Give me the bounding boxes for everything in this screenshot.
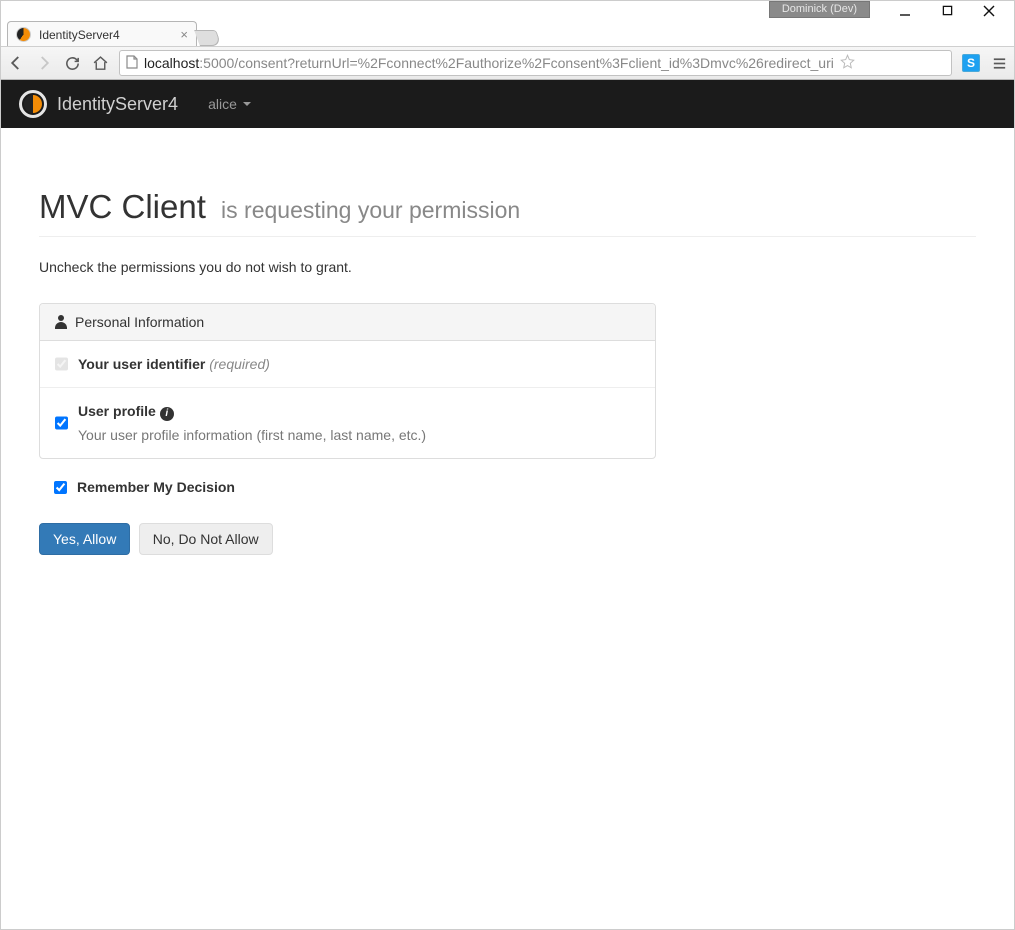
remember-label: Remember My Decision	[77, 479, 235, 495]
scope-checkbox-profile[interactable]	[55, 403, 68, 443]
deny-button[interactable]: No, Do Not Allow	[139, 523, 273, 555]
bookmark-star-icon[interactable]	[840, 54, 855, 72]
panel-body: Your user identifier (required) User pro…	[40, 341, 655, 458]
forward-button[interactable]	[35, 54, 53, 72]
favicon-icon	[16, 27, 31, 42]
url-host: localhost	[144, 55, 199, 71]
scope-required-note: (required)	[209, 356, 270, 372]
tab-close-button[interactable]: ×	[180, 27, 188, 42]
browser-menu-button[interactable]	[990, 54, 1008, 72]
url-bar[interactable]: localhost:5000/consent?returnUrl=%2Fconn…	[119, 50, 952, 76]
brand[interactable]: IdentityServer4	[19, 90, 178, 118]
user-icon	[55, 315, 67, 329]
chevron-down-icon	[243, 102, 251, 106]
scopes-panel: Personal Information Your user identifie…	[39, 303, 656, 459]
window-titlebar: Dominick (Dev)	[1, 1, 1014, 20]
page-content: MVC Client is requesting your permission…	[1, 128, 1014, 595]
divider	[39, 236, 976, 237]
title-suffix: is requesting your permission	[221, 197, 520, 223]
page-title: MVC Client is requesting your permission	[39, 188, 976, 226]
page-icon	[126, 55, 138, 72]
tab-title: IdentityServer4	[39, 28, 120, 42]
client-name: MVC Client	[39, 188, 206, 225]
panel-heading-text: Personal Information	[75, 314, 204, 330]
user-dropdown[interactable]: alice	[208, 96, 251, 112]
remember-checkbox[interactable]	[54, 481, 67, 494]
new-tab-button[interactable]	[194, 30, 222, 46]
window-minimize-button[interactable]	[898, 4, 912, 18]
browser-toolbar: localhost:5000/consent?returnUrl=%2Fconn…	[1, 46, 1014, 80]
scope-label: Your user identifier	[78, 356, 205, 372]
logo-icon	[19, 90, 47, 118]
window-close-button[interactable]	[982, 4, 996, 18]
reload-button[interactable]	[63, 54, 81, 72]
browser-tabstrip: IdentityServer4 ×	[1, 20, 1014, 46]
instructions-text: Uncheck the permissions you do not wish …	[39, 259, 976, 275]
extension-s-icon[interactable]: S	[962, 54, 980, 72]
brand-text: IdentityServer4	[57, 94, 178, 115]
scope-checkbox-openid	[55, 356, 68, 372]
back-button[interactable]	[7, 54, 25, 72]
url-path: :5000/consent?returnUrl=%2Fconnect%2Faut…	[199, 55, 834, 71]
profile-badge: Dominick (Dev)	[769, 1, 870, 18]
allow-button[interactable]: Yes, Allow	[39, 523, 130, 555]
browser-tab-active[interactable]: IdentityServer4 ×	[7, 21, 197, 46]
window-maximize-button[interactable]	[940, 4, 954, 18]
scope-row: User profile i Your user profile informa…	[40, 387, 655, 458]
button-row: Yes, Allow No, Do Not Allow	[39, 523, 976, 555]
scope-row: Your user identifier (required)	[40, 341, 655, 387]
panel-heading: Personal Information	[40, 304, 655, 341]
remember-row: Remember My Decision	[54, 479, 976, 495]
user-name: alice	[208, 96, 237, 112]
scope-description: Your user profile information (first nam…	[78, 427, 426, 443]
scope-label: User profile	[78, 403, 156, 419]
home-button[interactable]	[91, 54, 109, 72]
app-navbar: IdentityServer4 alice	[1, 80, 1014, 128]
window-buttons	[898, 1, 1014, 20]
info-icon[interactable]: i	[160, 407, 174, 421]
